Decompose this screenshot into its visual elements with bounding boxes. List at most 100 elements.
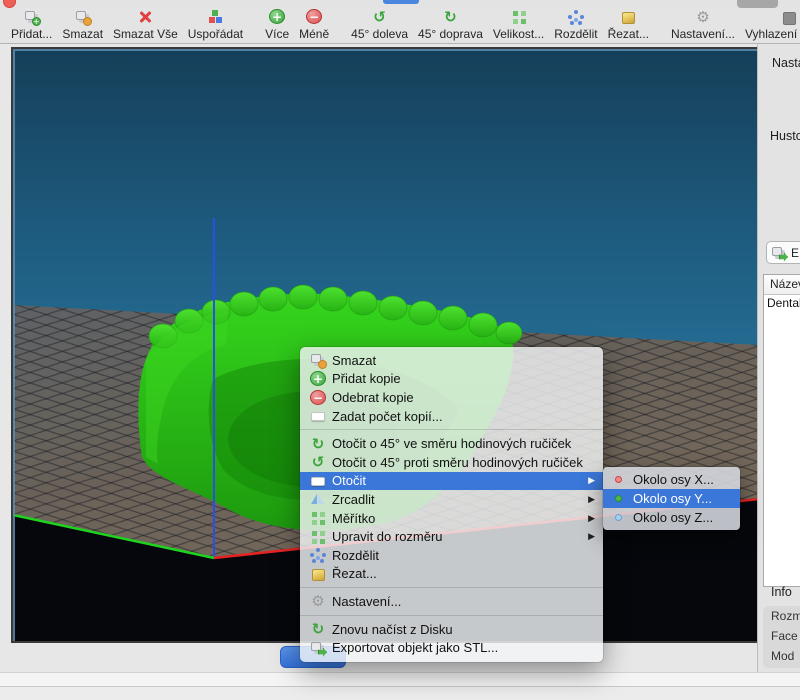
density-label: Husto <box>770 129 800 143</box>
info-label: Info <box>771 585 792 599</box>
toolbar-size-button[interactable]: Velikost... <box>488 6 549 41</box>
submenu-arrow-icon: ▶ <box>588 531 595 542</box>
rotate-submenu: Okolo osy X... Okolo osy Y... Okolo osy … <box>603 467 740 530</box>
export-stl-icon <box>310 640 326 656</box>
toolbar: Přidat... Smazat Smazat Vše Uspořádat + … <box>0 8 800 44</box>
titlebar-accent <box>383 0 419 4</box>
toolbar-layer-smoothing-button[interactable]: Vyhlazení vrstev <box>740 6 800 41</box>
delete-object-icon <box>75 9 91 25</box>
toolbar-split-button[interactable]: Rozdělit <box>549 6 602 41</box>
delete-copy-icon <box>310 352 326 368</box>
info-row-model: Mod <box>763 646 800 666</box>
object-list-header: Název <box>764 275 800 295</box>
toolbar-delete-all-label: Smazat Vše <box>113 28 178 41</box>
toolbar-size-label: Velikost... <box>493 28 544 41</box>
toolbar-add-button[interactable]: Přidat... <box>6 6 57 41</box>
cut-icon <box>310 566 326 582</box>
toolbar-arrange-button[interactable]: Uspořádat <box>183 6 248 41</box>
toolbar-settings-label: Nastavení... <box>671 28 735 41</box>
toolbar-delete-button[interactable]: Smazat <box>57 6 108 41</box>
menu-item-zrcadlit[interactable]: Zrcadlit ▶ <box>300 490 603 509</box>
rotate-cw-icon: ↻ <box>310 436 326 452</box>
toolbar-settings-button[interactable]: ⚙ Nastavení... <box>666 6 740 41</box>
remove-copy-icon: − <box>310 390 326 405</box>
menu-item-nastaveni[interactable]: ⚙ Nastavení... <box>300 592 603 611</box>
toolbar-delete-all-button[interactable]: Smazat Vše <box>108 6 183 41</box>
export-button-label: E <box>791 246 799 260</box>
arrange-icon <box>207 9 223 25</box>
toolbar-more-button[interactable]: + Více <box>260 6 294 41</box>
rotate-left-icon: ↺ <box>372 9 388 25</box>
axis-y-line <box>13 515 214 558</box>
toolbar-fewer-button[interactable]: − Méně <box>294 6 334 41</box>
menu-item-meritko[interactable]: Měřítko ▶ <box>300 509 603 528</box>
layer-smoothing-icon <box>781 9 797 25</box>
bottom-bar <box>0 672 800 687</box>
scale-icon <box>310 510 326 526</box>
info-box: Rozm Face Mod <box>763 606 800 668</box>
toolbar-fewer-label: Méně <box>299 28 329 41</box>
toolbar-cut-button[interactable]: Řezat... <box>603 6 654 41</box>
export-button[interactable]: E <box>766 241 800 264</box>
submenu-item-okolo-osy-z[interactable]: Okolo osy Z... <box>603 508 740 527</box>
settings-gear-icon: ⚙ <box>695 9 711 25</box>
menu-separator <box>300 587 603 588</box>
toolbar-split-label: Rozdělit <box>554 28 597 41</box>
submenu-item-okolo-osy-x[interactable]: Okolo osy X... <box>603 470 740 489</box>
submenu-item-okolo-osy-y[interactable]: Okolo osy Y... <box>603 489 740 508</box>
menu-separator <box>300 429 603 430</box>
menu-item-export-stl[interactable]: Exportovat objekt jako STL... <box>300 638 603 657</box>
menu-item-rezat[interactable]: Řezat... <box>300 565 603 584</box>
toolbar-layer-smoothing-label: Vyhlazení vrstev <box>745 28 800 41</box>
right-panel: Nastav Husto E Název Dental_ Info Rozm F… <box>757 44 800 672</box>
copies-count-icon <box>310 408 326 424</box>
axis-x-dot-icon <box>611 472 627 488</box>
mirror-icon <box>310 491 326 507</box>
rotate-ccw-icon: ↺ <box>310 454 326 470</box>
menu-item-otocit-45-cw[interactable]: ↻ Otočit o 45° ve směru hodinových ručič… <box>300 434 603 453</box>
settings-gear-icon: ⚙ <box>310 593 326 609</box>
context-menu: Smazat + Přidat kopie − Odebrat kopie Za… <box>300 347 603 662</box>
size-icon <box>511 9 527 25</box>
reload-disk-icon: ↻ <box>310 621 326 637</box>
object-list[interactable]: Název Dental_ <box>763 274 800 587</box>
submenu-arrow-icon: ▶ <box>588 494 595 505</box>
menu-item-odebrat-kopie[interactable]: − Odebrat kopie <box>300 388 603 407</box>
menu-item-zadat-pocet-kopii[interactable]: Zadat počet kopií... <box>300 407 603 426</box>
axis-z-dot-icon <box>611 510 627 526</box>
toolbar-delete-label: Smazat <box>62 28 103 41</box>
menu-item-upravit-do-rozmeru[interactable]: Upravit do rozměru ▶ <box>300 527 603 546</box>
toolbar-add-label: Přidat... <box>11 28 52 41</box>
menu-item-otocit-45-ccw[interactable]: ↺ Otočit o 45° proti směru hodinových ru… <box>300 453 603 472</box>
menu-item-smazat[interactable]: Smazat <box>300 351 603 370</box>
split-icon <box>310 547 326 563</box>
menu-item-rozdelit[interactable]: Rozdělit <box>300 546 603 565</box>
toolbar-arrange-label: Uspořádat <box>188 28 243 41</box>
more-copies-icon: + <box>269 9 285 24</box>
status-bar <box>0 686 800 700</box>
menu-item-znovu-nacist[interactable]: ↻ Znovu načíst z Disku <box>300 620 603 639</box>
split-icon <box>568 9 584 25</box>
axis-y-dot-icon <box>611 491 627 507</box>
rotate-icon <box>310 473 326 489</box>
fewer-copies-icon: − <box>306 9 322 24</box>
fit-size-icon <box>310 529 326 545</box>
info-row-size: Rozm <box>763 606 800 626</box>
menu-separator <box>300 615 603 616</box>
toolbar-rotate-right-label: 45° doprava <box>418 28 483 41</box>
submenu-arrow-icon: ▶ <box>588 475 595 486</box>
add-object-icon <box>24 9 40 25</box>
menu-item-pridat-kopie[interactable]: + Přidat kopie <box>300 370 603 389</box>
menu-item-otocit[interactable]: Otočit ▶ <box>300 472 603 491</box>
delete-all-icon <box>137 9 153 25</box>
toolbar-rotate-left-label: 45° doleva <box>351 28 408 41</box>
submenu-arrow-icon: ▶ <box>588 513 595 524</box>
add-copy-icon: + <box>310 371 326 386</box>
toolbar-rotate-right-button[interactable]: ↻ 45° doprava <box>413 6 488 41</box>
export-icon <box>771 245 787 261</box>
toolbar-cut-label: Řezat... <box>608 28 649 41</box>
rotate-right-icon: ↻ <box>442 9 458 25</box>
object-list-row[interactable]: Dental_ <box>764 295 800 312</box>
toolbar-more-label: Více <box>265 28 289 41</box>
toolbar-rotate-left-button[interactable]: ↺ 45° doleva <box>346 6 413 41</box>
